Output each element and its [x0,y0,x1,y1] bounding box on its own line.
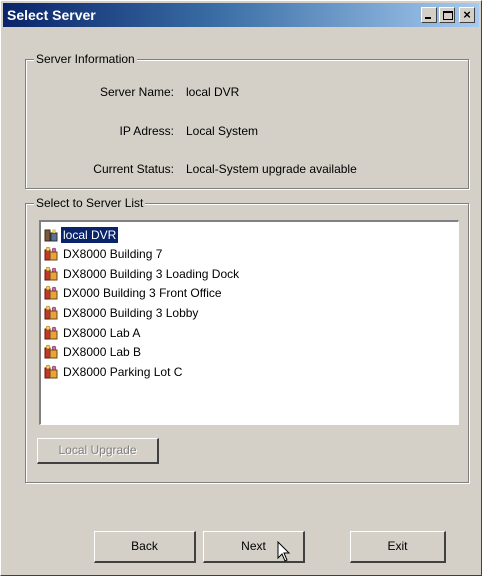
server-icon [44,364,58,379]
server-name-label: Server Name: [99,85,174,99]
ip-address-value: Local System [186,124,259,138]
back-button[interactable]: Back [94,531,196,563]
current-status-value: Local-System upgrade available [186,162,357,176]
server-list-item[interactable]: DX8000 Building 3 Loading Dock [43,264,241,283]
server-icon [44,305,58,320]
server-list-item[interactable]: DX8000 Parking Lot C [43,362,184,381]
server-icon [44,246,58,261]
server-icon [44,344,58,359]
minimize-icon[interactable] [421,7,437,23]
server-list-item-label: DX8000 Lab A [63,325,141,340]
select-server-window: Select Server × Server Information Serve… [0,0,482,576]
server-list-item-label: DX8000 Building 3 Loading Dock [63,266,240,281]
window-title: Select Server [7,7,96,23]
title-bar[interactable]: Select Server × [3,3,479,27]
server-list-item[interactable]: DX8000 Lab A [43,323,142,342]
server-list-item-label: DX8000 Lab B [63,345,142,360]
ip-address-label: IP Adress: [119,124,174,138]
server-list-item[interactable]: DX8000 Building 3 Lobby [43,303,200,322]
exit-button[interactable]: Exit [350,531,446,563]
server-list-item-label: DX8000 Building 3 Lobby [63,305,199,320]
server-list-item-label: DX8000 Parking Lot C [63,364,183,379]
server-list-item-label: local DVR [59,225,120,244]
current-status-label: Current Status: [93,162,174,176]
server-icon [44,325,58,339]
server-list-item[interactable]: DX8000 Lab B [43,343,143,362]
dvr-icon [44,228,58,241]
server-list-item[interactable]: DX8000 Building 7 [43,245,164,264]
server-icon [44,286,58,300]
server-list-item[interactable]: local DVR [43,225,120,244]
server-list-item-label: DX000 Building 3 Front Office [63,286,222,301]
server-list-item-label: DX8000 Building 7 [63,247,163,262]
mouse-cursor-icon [277,541,291,562]
server-listbox[interactable]: local DVR DX8000 Building 7 DX8000 Buildin… [39,220,459,425]
server-list-legend: Select to Server List [34,196,146,210]
server-list-item[interactable]: DX000 Building 3 Front Office [43,284,224,303]
server-information-group: Server Information Server Name: local DV… [25,52,469,189]
maximize-icon[interactable] [439,7,455,23]
server-icon [44,266,58,281]
server-name-value: local DVR [186,85,240,99]
local-upgrade-button: Local Upgrade [37,438,159,464]
server-information-legend: Server Information [34,52,137,66]
close-icon[interactable]: × [459,7,475,23]
